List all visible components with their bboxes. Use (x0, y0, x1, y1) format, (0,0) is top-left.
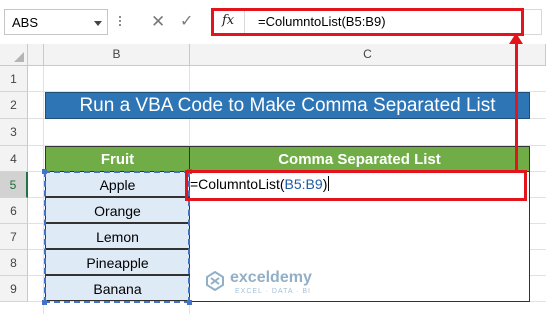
row-header-5[interactable]: 5 (0, 172, 28, 198)
row-header-2[interactable]: 2 (0, 92, 28, 119)
referenced-range-marquee (42, 169, 192, 305)
header-fruit[interactable]: Fruit (45, 146, 190, 172)
grip-dots-icon[interactable] (119, 16, 122, 28)
watermark-name: exceldemy (230, 269, 312, 286)
cancel-icon[interactable]: ✕ (151, 12, 165, 32)
chevron-down-icon[interactable] (94, 21, 102, 26)
column-header-c[interactable]: C (190, 44, 546, 66)
arrow-shaft (515, 40, 518, 171)
column-header-b[interactable]: B (44, 44, 190, 66)
row-header-8[interactable]: 8 (0, 250, 28, 276)
name-box-value: ABS (12, 15, 39, 30)
watermark: exceldemy EXCEL · DATA · BI (205, 269, 355, 299)
column-header-a[interactable] (28, 44, 44, 66)
range-handle[interactable] (187, 300, 192, 305)
header-comma-list[interactable]: Comma Separated List (189, 146, 530, 172)
row-header-7[interactable]: 7 (0, 224, 28, 250)
sheet-title[interactable]: Run a VBA Code to Make Comma Separated L… (45, 92, 530, 119)
arrow-up-icon (509, 33, 523, 44)
exceldemy-logo-icon (206, 271, 224, 291)
row-header-6[interactable]: 6 (0, 198, 28, 224)
row-header-3[interactable]: 3 (0, 119, 28, 146)
range-handle[interactable] (42, 300, 47, 305)
cell-c5-highlight (185, 170, 527, 201)
name-box[interactable]: ABS (4, 9, 108, 35)
row-header-1[interactable]: 1 (0, 66, 28, 92)
range-handle[interactable] (42, 169, 47, 174)
row-header-9[interactable]: 9 (0, 276, 28, 302)
formula-buttons (134, 9, 208, 35)
select-all-corner[interactable] (0, 44, 28, 66)
formula-bar-highlight (211, 8, 524, 36)
row-header-4[interactable]: 4 (0, 146, 28, 172)
enter-icon[interactable]: ✓ (180, 12, 193, 32)
watermark-tagline: EXCEL · DATA · BI (235, 288, 311, 295)
